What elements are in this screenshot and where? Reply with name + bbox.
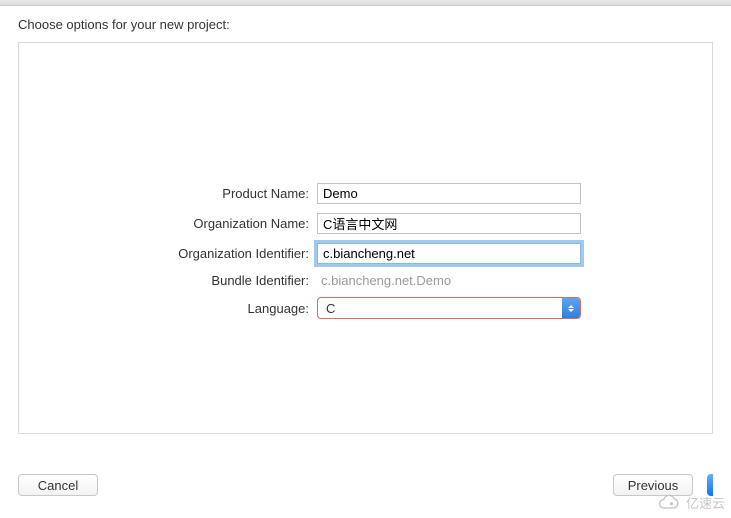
cancel-button[interactable]: Cancel — [18, 474, 98, 496]
product-name-input[interactable] — [317, 183, 581, 204]
organization-name-label: Organization Name: — [19, 216, 309, 231]
row-organization-name: Organization Name: — [19, 213, 712, 234]
language-label: Language: — [19, 301, 309, 316]
spacer — [98, 474, 613, 496]
organization-identifier-input[interactable] — [317, 243, 581, 264]
organization-identifier-label: Organization Identifier: — [19, 246, 309, 261]
select-stepper-icon — [562, 298, 580, 318]
product-name-label: Product Name: — [19, 186, 309, 201]
page-title: Choose options for your new project: — [0, 6, 731, 42]
watermark-text: 亿速云 — [686, 493, 725, 512]
language-select-value: C — [318, 301, 562, 316]
row-organization-identifier: Organization Identifier: — [19, 243, 712, 264]
language-select[interactable]: C — [317, 297, 581, 319]
chevron-down-icon — [568, 309, 574, 312]
footer-bar: Cancel Previous — [0, 474, 731, 496]
organization-name-input[interactable] — [317, 213, 581, 234]
row-bundle-identifier: Bundle Identifier: c.biancheng.net.Demo — [19, 273, 712, 288]
options-panel: Product Name: Organization Name: Organiz… — [18, 42, 713, 434]
row-language: Language: C — [19, 297, 712, 319]
bundle-identifier-value: c.biancheng.net.Demo — [317, 273, 451, 288]
watermark: 亿速云 — [656, 493, 725, 512]
project-options-form: Product Name: Organization Name: Organiz… — [19, 183, 712, 319]
row-product-name: Product Name: — [19, 183, 712, 204]
cloud-icon — [656, 494, 684, 512]
chevron-up-icon — [568, 305, 574, 308]
bundle-identifier-label: Bundle Identifier: — [19, 273, 309, 288]
